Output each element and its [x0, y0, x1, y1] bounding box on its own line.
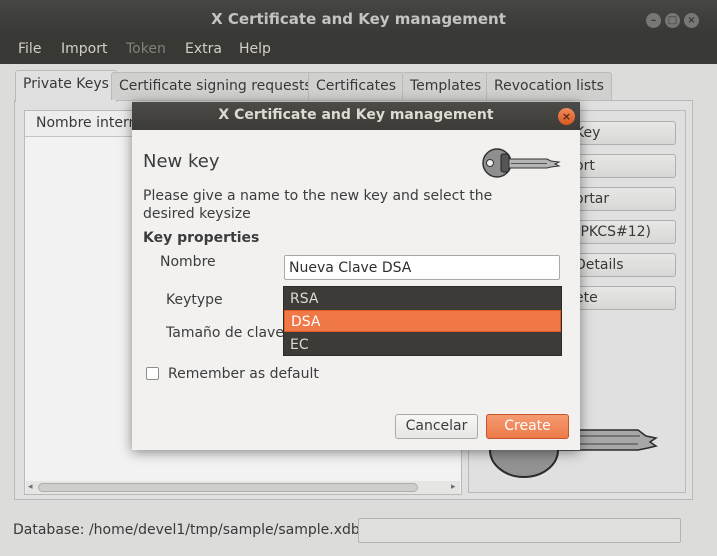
dialog-title: X Certificate and Key management: [218, 107, 494, 123]
keysize-label: Tamaño de clave: [166, 325, 284, 341]
keytype-option-ec[interactable]: EC: [284, 334, 561, 356]
close-icon[interactable]: ×: [558, 108, 575, 125]
keytype-option-dsa[interactable]: DSA: [284, 310, 561, 332]
key-properties-heading: Key properties: [143, 230, 260, 246]
dialog-heading: New key: [143, 151, 220, 172]
dialog-description: Please give a name to the new key and se…: [143, 188, 493, 222]
create-button[interactable]: Create: [486, 414, 569, 439]
key-icon: [482, 148, 561, 178]
remember-checkbox[interactable]: [146, 367, 159, 380]
keytype-label: Keytype: [166, 292, 223, 308]
cancel-button[interactable]: Cancelar: [395, 414, 478, 439]
remember-label[interactable]: Remember as default: [168, 366, 319, 382]
name-label: Nombre: [160, 254, 216, 270]
keytype-option-rsa[interactable]: RSA: [284, 288, 561, 310]
name-input[interactable]: [284, 255, 560, 280]
